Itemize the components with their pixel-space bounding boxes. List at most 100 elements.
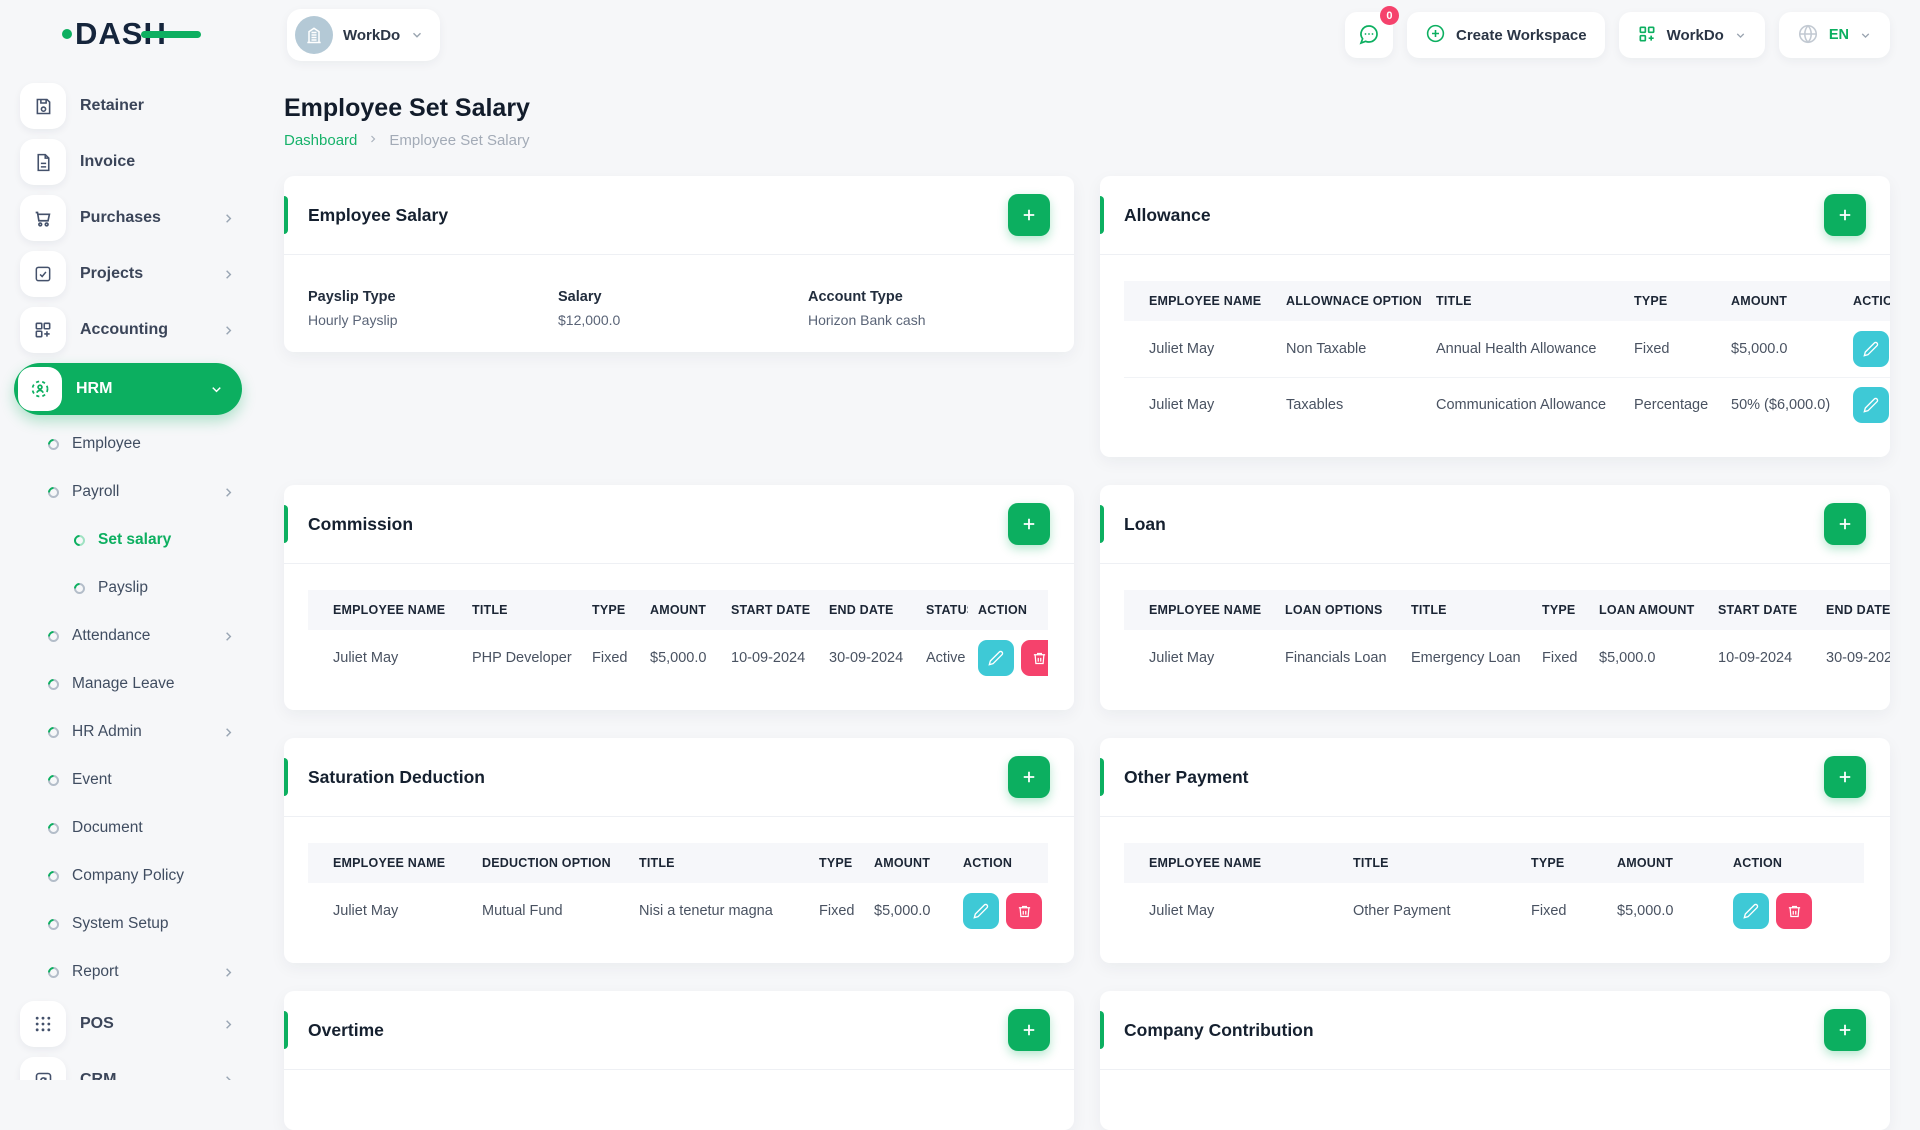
sidebar-item-payroll[interactable]: Payroll [0, 468, 258, 516]
field-account-type: Account Type Horizon Bank cash [808, 289, 1050, 328]
sidebar-item-attendance[interactable]: Attendance [0, 612, 258, 660]
sidebar-item-invoice[interactable]: Invoice [0, 134, 258, 190]
cell: Non Taxable [1276, 321, 1426, 378]
logo-dot-icon [62, 29, 72, 39]
sidebar-item-projects[interactable]: Projects [0, 246, 258, 302]
create-workspace-label: Create Workspace [1455, 26, 1587, 44]
card-title: Other Payment [1124, 766, 1249, 787]
sidebar-item-crm[interactable]: CRM [0, 1052, 258, 1080]
commission-card: Commission EMPLOYEE NAME TITLE TYPE AMOUNT S… [284, 485, 1074, 710]
column-header: START DATE [1708, 590, 1816, 630]
workspace-selector[interactable]: WorkDo [287, 9, 441, 61]
edit-button[interactable] [1733, 893, 1769, 929]
sidebar-item-report[interactable]: Report [0, 948, 258, 996]
bullet-icon [71, 580, 88, 596]
sidebar-item-company-policy[interactable]: Company Policy [0, 852, 258, 900]
card-body: EMPLOYEE NAME TITLE TYPE AMOUNT ACTION Juliet… [1100, 817, 1890, 963]
cart-icon [20, 195, 66, 241]
saturation-deduction-table: EMPLOYEE NAME DEDUCTION OPTION TITLE TYPE AM… [308, 843, 1048, 939]
sidebar-item-hr-admin[interactable]: HR Admin [0, 708, 258, 756]
commission-table: EMPLOYEE NAME TITLE TYPE AMOUNT START DATE EN… [308, 590, 1048, 686]
sidebar-item-label: Invoice [80, 153, 136, 170]
sidebar-item-hrm[interactable]: HRM [14, 363, 242, 415]
card-title: Overtime [308, 1019, 384, 1040]
sidebar-item-manage-leave[interactable]: Manage Leave [0, 660, 258, 708]
company-contribution-card: Company Contribution [1100, 991, 1890, 1130]
messages-button[interactable]: 0 [1344, 6, 1399, 58]
sidebar-item-payslip[interactable]: Payslip [0, 564, 258, 612]
sidebar-item-event[interactable]: Event [0, 756, 258, 804]
add-saturation-deduction-button[interactable] [1008, 756, 1050, 798]
breadcrumb-dashboard-link[interactable]: Dashboard [284, 132, 357, 149]
column-header: TITLE [1401, 590, 1532, 630]
add-loan-button[interactable] [1824, 503, 1866, 545]
hrm-icon [18, 367, 62, 411]
column-header: TITLE [1426, 281, 1624, 321]
edit-button[interactable] [1853, 330, 1889, 367]
field-label: Account Type [808, 289, 903, 305]
delete-button[interactable] [1776, 893, 1812, 929]
language-label: EN [1828, 27, 1849, 43]
table-header-row: EMPLOYEE NAME LOAN OPTIONS TITLE TYPE LOAN A… [1124, 590, 1890, 630]
add-allowance-button[interactable] [1824, 194, 1866, 236]
add-employee-salary-button[interactable] [1008, 194, 1050, 236]
cell: $5,000.0 [1599, 650, 1656, 666]
app-logo[interactable]: DASH [62, 16, 201, 52]
sidebar-item-document[interactable]: Document [0, 804, 258, 852]
card-header: Employee Salary [284, 176, 1074, 255]
sidebar: Retainer Invoice Purchases Projects Accounti… [0, 70, 258, 1080]
check-square-icon [20, 251, 66, 297]
card-header: Saturation Deduction [284, 738, 1074, 817]
edit-button[interactable] [1853, 387, 1889, 424]
cell: Juliet May [1149, 903, 1215, 919]
sidebar-item-accounting[interactable]: Accounting [0, 302, 258, 358]
add-commission-button[interactable] [1008, 503, 1050, 545]
cell: 30-09-2024 [1826, 650, 1890, 666]
card-header: Loan [1100, 485, 1890, 564]
sidebar-item-system-setup[interactable]: System Setup [0, 900, 258, 948]
create-workspace-button[interactable]: Create Workspace [1406, 12, 1605, 58]
delete-button[interactable] [1006, 893, 1042, 929]
column-header: DEDUCTION OPTION [472, 843, 629, 883]
sidebar-item-label: Employee [72, 435, 141, 452]
cell: 10-09-2024 [1718, 650, 1793, 666]
cell: Fixed [819, 903, 855, 919]
cell: Juliet May [333, 650, 399, 666]
sidebar-item-label: Event [72, 771, 112, 788]
sidebar-item-label: Projects [80, 265, 144, 282]
sidebar-item-employee[interactable]: Employee [0, 420, 258, 468]
topbar: DASH WorkDo 0 Create Workspace WorkDo EN [0, 0, 1920, 70]
chevron-right-icon [221, 629, 236, 644]
field-label: Salary [558, 289, 602, 305]
chat-icon [1357, 22, 1381, 49]
chevron-right-icon [221, 485, 236, 500]
language-button[interactable]: EN [1778, 12, 1890, 58]
cell: Fixed [1542, 650, 1578, 666]
column-header: ACTION [953, 843, 1048, 883]
field-salary: Salary $12,000.0 [558, 289, 808, 328]
delete-button[interactable] [1021, 640, 1048, 676]
add-other-payment-button[interactable] [1824, 756, 1866, 798]
sidebar-item-label: CRM [80, 1071, 117, 1080]
logo-bar-icon [140, 31, 201, 38]
workdo-menu-button[interactable]: WorkDo [1618, 12, 1765, 58]
add-overtime-button[interactable] [1008, 1009, 1050, 1051]
column-header: ACTION [1843, 281, 1890, 321]
sidebar-item-set-salary[interactable]: Set salary [0, 516, 258, 564]
column-header: ACTION [968, 590, 1048, 630]
column-header: EMPLOYEE NAME [308, 590, 462, 630]
chevron-down-icon [1734, 29, 1747, 42]
edit-button[interactable] [978, 640, 1014, 676]
sidebar-item-pos[interactable]: POS [0, 996, 258, 1052]
cell: Percentage [1634, 397, 1709, 414]
chevron-right-icon [221, 725, 236, 740]
card-title: Saturation Deduction [308, 766, 485, 787]
sidebar-item-purchases[interactable]: Purchases [0, 190, 258, 246]
card-body: EMPLOYEE NAME LOAN OPTIONS TITLE TYPE LOAN A… [1100, 564, 1890, 710]
accent-bar [284, 1011, 288, 1049]
messages-badge: 0 [1379, 6, 1399, 25]
actions-cell [953, 883, 1048, 939]
sidebar-item-retainer[interactable]: Retainer [0, 78, 258, 134]
add-company-contribution-button[interactable] [1824, 1009, 1866, 1051]
edit-button[interactable] [963, 893, 999, 929]
